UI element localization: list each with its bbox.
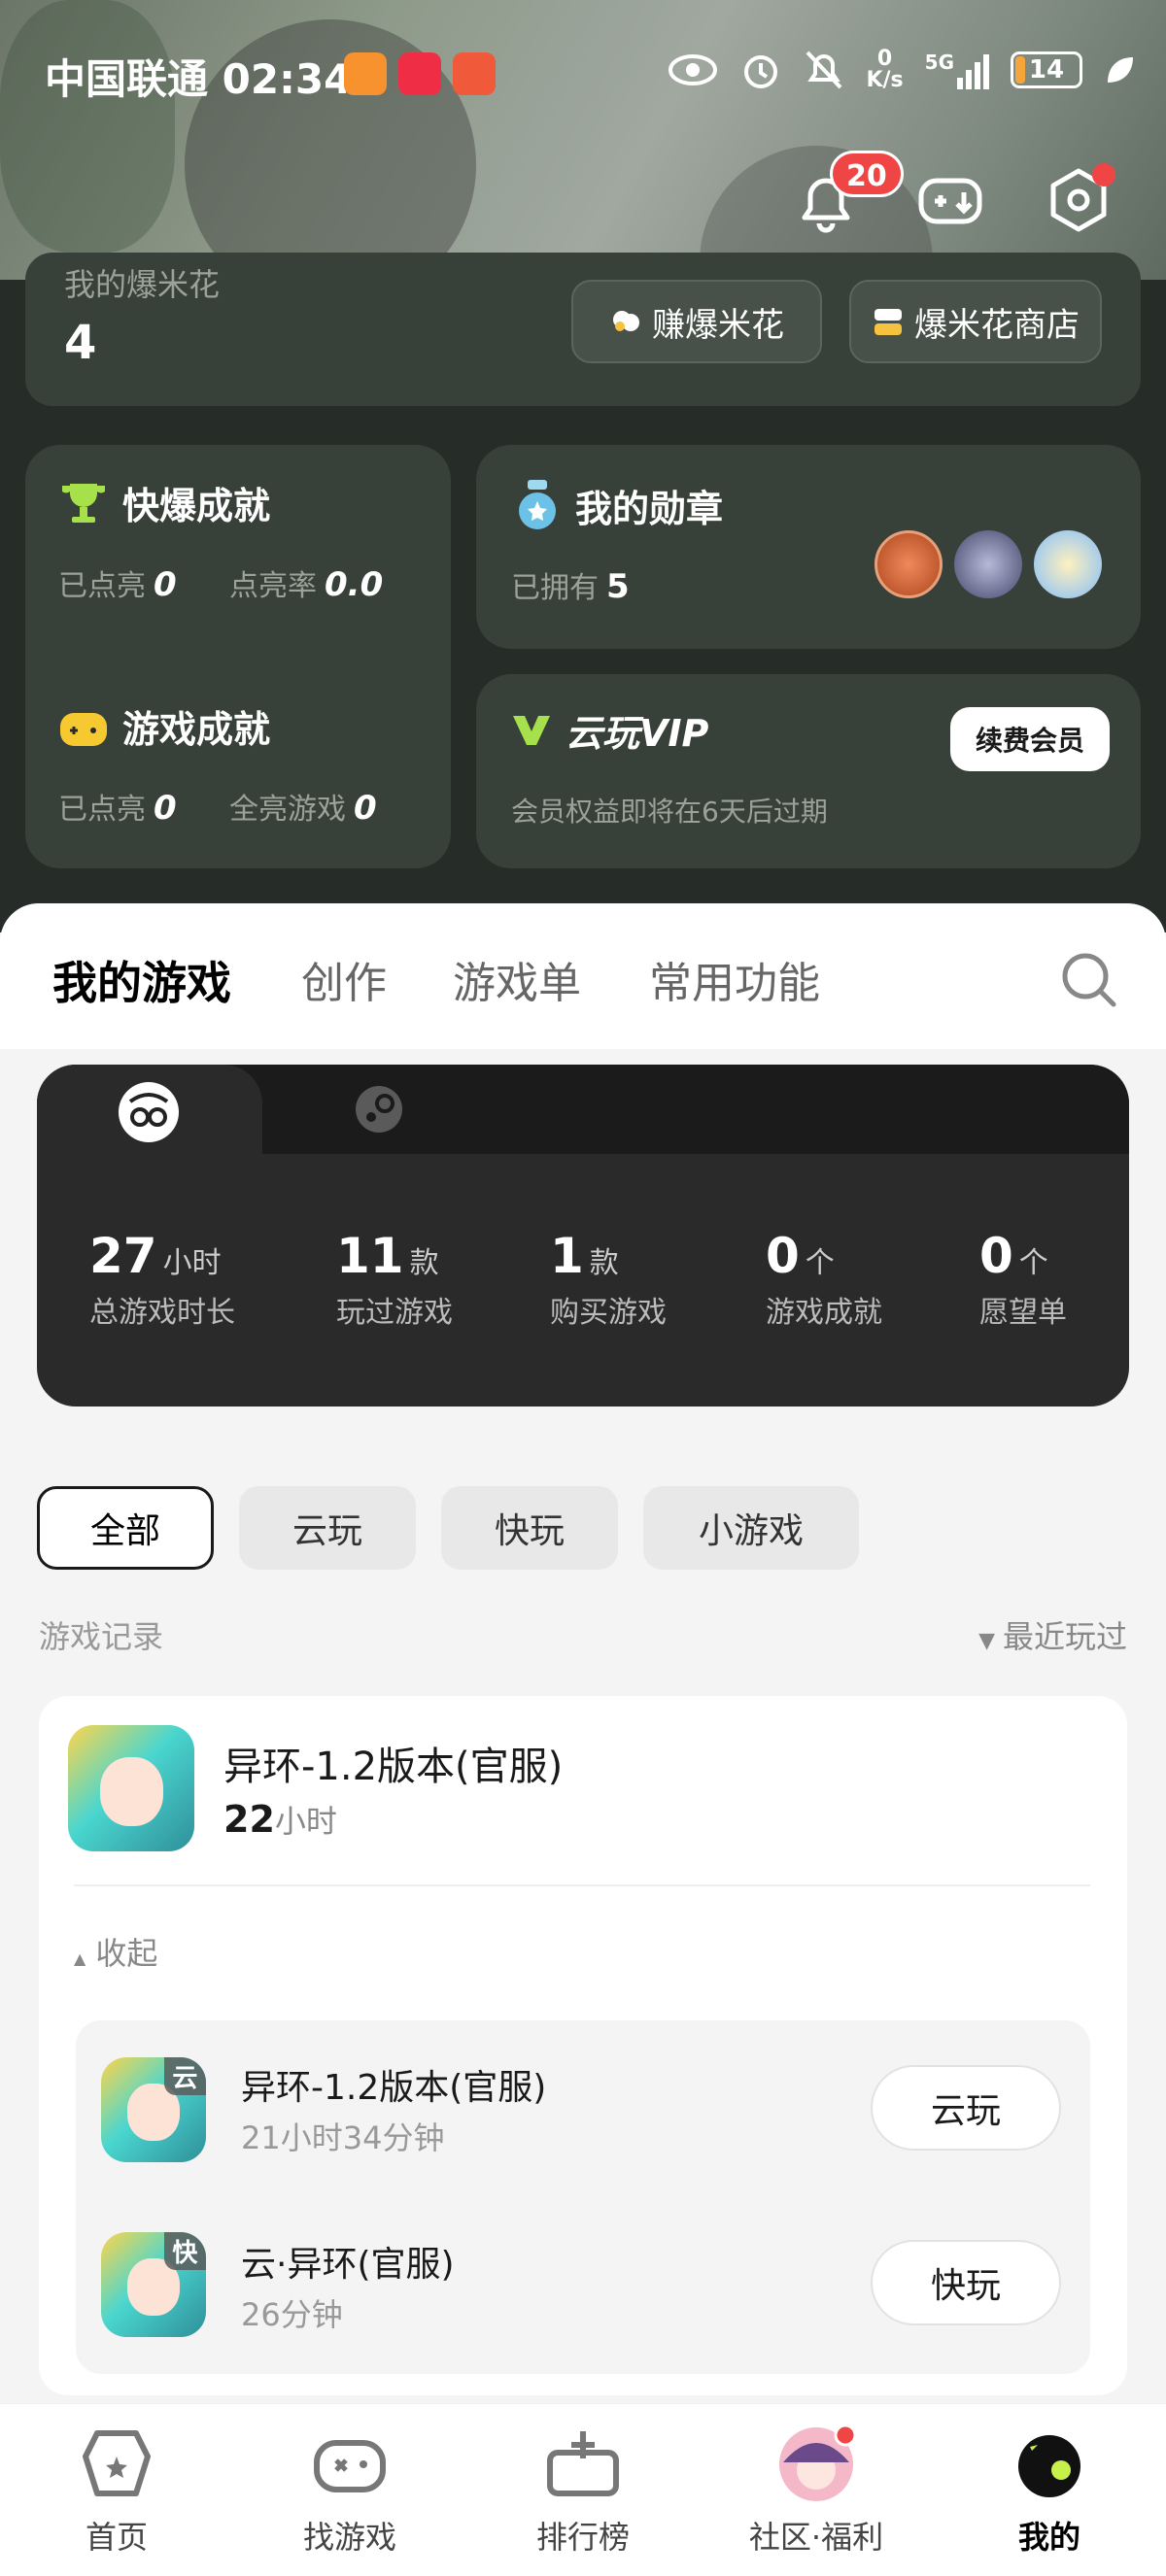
filter-cloud[interactable]: 云玩 (239, 1486, 416, 1570)
game-record-card: 异环-1.2版本(官服) 22小时 ▲ 收起 云 异环-1.2版本(官服) 21小… (39, 1696, 1127, 2395)
ranking-icon (547, 2431, 619, 2496)
notification-badge: 20 (830, 151, 904, 197)
app-notification-icon (453, 52, 496, 95)
triangle-down-icon: ▼ (978, 1629, 995, 1653)
stat-purchased-games[interactable]: 1 款购买游戏 (550, 1228, 667, 1331)
quick-game-icon[interactable]: 快 (101, 2232, 206, 2337)
vip-expiry-note: 会员权益即将在6天后过期 (511, 796, 828, 828)
alarm-icon (744, 55, 778, 88)
popcorn-card: 我的爆米花 4 赚爆米花 爆米花商店 (25, 253, 1141, 406)
tab-game-list[interactable]: 游戏单 (453, 948, 581, 1010)
tab-bar: 我的游戏 创作 游戏单 常用功能 (0, 903, 1166, 1049)
earn-popcorn-button[interactable]: 赚爆米花 (571, 280, 822, 363)
tab-creation[interactable]: 创作 (301, 948, 387, 1010)
nav-home[interactable]: 首页 (29, 2423, 204, 2569)
nav-me[interactable]: 我的 (962, 2423, 1137, 2569)
tab-common-functions[interactable]: 常用功能 (649, 948, 820, 1010)
sub-game-title[interactable]: 异环-1.2版本(官服) (241, 2059, 546, 2110)
search-icon[interactable] (1059, 950, 1119, 1010)
stat-wishlist[interactable]: 0 个愿望单 (979, 1228, 1067, 1331)
quick-rate-stat: 点亮率 0.0 (229, 565, 384, 604)
sub-game-duration: 26分钟 (241, 2296, 343, 2333)
my-games-section: 我的游戏 创作 游戏单 常用功能 27 小时 总游戏时长 11 款玩过游戏 1 款购买游… (0, 903, 1166, 2409)
stat-played-games[interactable]: 11 款玩过游戏 (336, 1228, 453, 1331)
game-playtime: 22小时 (223, 1798, 337, 1841)
vip-title: 云玩VIP (511, 703, 708, 757)
shop-icon (874, 309, 902, 335)
kuaibao-logo-icon (119, 1082, 179, 1142)
bottom-navigation: 首页 找游戏 排行榜 社区·福利 我的 (0, 2403, 1166, 2576)
popcorn-label[interactable]: 我的爆米花 (64, 260, 220, 305)
quick-play-button[interactable]: 快玩 (871, 2240, 1061, 2325)
nav-community[interactable]: 社区·福利 (729, 2423, 904, 2569)
game-achievement-title: 游戏成就 (58, 699, 270, 753)
steam-icon[interactable] (354, 1084, 404, 1135)
filter-mini-game[interactable]: 小游戏 (643, 1486, 859, 1570)
gamepad-icon (314, 2440, 386, 2492)
medal-character-badge (954, 530, 1022, 598)
community-avatar-icon (779, 2423, 857, 2501)
trophy-icon (62, 483, 105, 523)
popcorn-icon (613, 311, 639, 331)
renew-vip-button[interactable]: 续费会员 (950, 707, 1110, 771)
collapse-toggle[interactable]: ▲ 收起 (74, 1929, 157, 1974)
stat-game-achievements[interactable]: 0 个游戏成就 (766, 1228, 882, 1331)
game-title[interactable]: 异环-1.2版本(官服) (223, 1735, 563, 1791)
gamepad-icon (60, 712, 107, 746)
game-download-icon[interactable] (915, 165, 985, 235)
medals-title: 我的勋章 (513, 478, 723, 532)
records-title: 游戏记录 (39, 1618, 164, 1655)
nav-find-games[interactable]: 找游戏 (262, 2423, 437, 2569)
mute-bell-icon (806, 51, 842, 89)
leaf-icon (1108, 57, 1133, 83)
popcorn-count: 4 (64, 316, 97, 370)
game-lit-stat: 已点亮 0 (58, 789, 177, 828)
popcorn-shop-button[interactable]: 爆米花商店 (849, 280, 1102, 363)
vip-v-icon (513, 715, 550, 745)
medals-owned-stat: 已拥有 5 (511, 567, 630, 606)
home-star-icon (83, 2430, 151, 2496)
filter-quick[interactable]: 快玩 (441, 1486, 618, 1570)
triangle-up-icon: ▲ (74, 1949, 86, 1968)
quick-lit-stat: 已点亮 0 (58, 565, 177, 604)
carrier-time: 中国联通 02:34 (45, 55, 353, 103)
divider (74, 1884, 1090, 1886)
signal-icon: 5G (925, 51, 989, 89)
settings-dot (1092, 163, 1115, 186)
eye-icon (669, 54, 718, 85)
tab-my-games[interactable]: 我的游戏 (52, 948, 231, 1026)
game-stats-card: 27 小时 总游戏时长 11 款玩过游戏 1 款购买游戏 0 个游戏成就 0 个愿望单 (37, 1065, 1129, 1407)
me-avatar-icon (1018, 2435, 1080, 2497)
xiaohongshu-icon (398, 52, 441, 95)
net-speed: 0 K/s (866, 47, 904, 92)
medal-character-badge (1034, 530, 1102, 598)
sub-game-title[interactable]: 云·异环(官服) (241, 2236, 455, 2287)
medal-icon (519, 480, 556, 529)
profile-header: 中国联通 02:34 0 K/s 5G 14 20 我的爆米花 4 赚爆米花 爆… (0, 0, 1166, 932)
medal-bronze-badge (874, 530, 943, 598)
game-full-stat: 全亮游戏 0 (229, 789, 377, 828)
filter-all[interactable]: 全部 (37, 1486, 214, 1570)
sub-game-duration: 21小时34分钟 (241, 2119, 445, 2156)
game-versions-list: 云 异环-1.2版本(官服) 21小时34分钟 云玩 快 云·异环(官服) 26… (76, 2020, 1090, 2374)
platform-tab-kuaibao[interactable] (37, 1065, 262, 1162)
cloud-game-icon[interactable]: 云 (101, 2057, 206, 2162)
nav-rankings[interactable]: 排行榜 (496, 2423, 670, 2569)
sort-dropdown[interactable]: ▼ 最近玩过 (978, 1612, 1127, 1657)
game-icon[interactable] (68, 1725, 194, 1851)
stat-total-hours[interactable]: 27 小时 总游戏时长 (89, 1228, 235, 1331)
quick-achievement-title: 快爆成就 (58, 476, 270, 529)
cloud-play-button[interactable]: 云玩 (871, 2065, 1061, 2151)
app-notification-icon (344, 52, 387, 95)
status-bar: 中国联通 02:34 0 K/s 5G 14 (0, 39, 1166, 107)
battery-icon: 14 (1011, 51, 1082, 88)
